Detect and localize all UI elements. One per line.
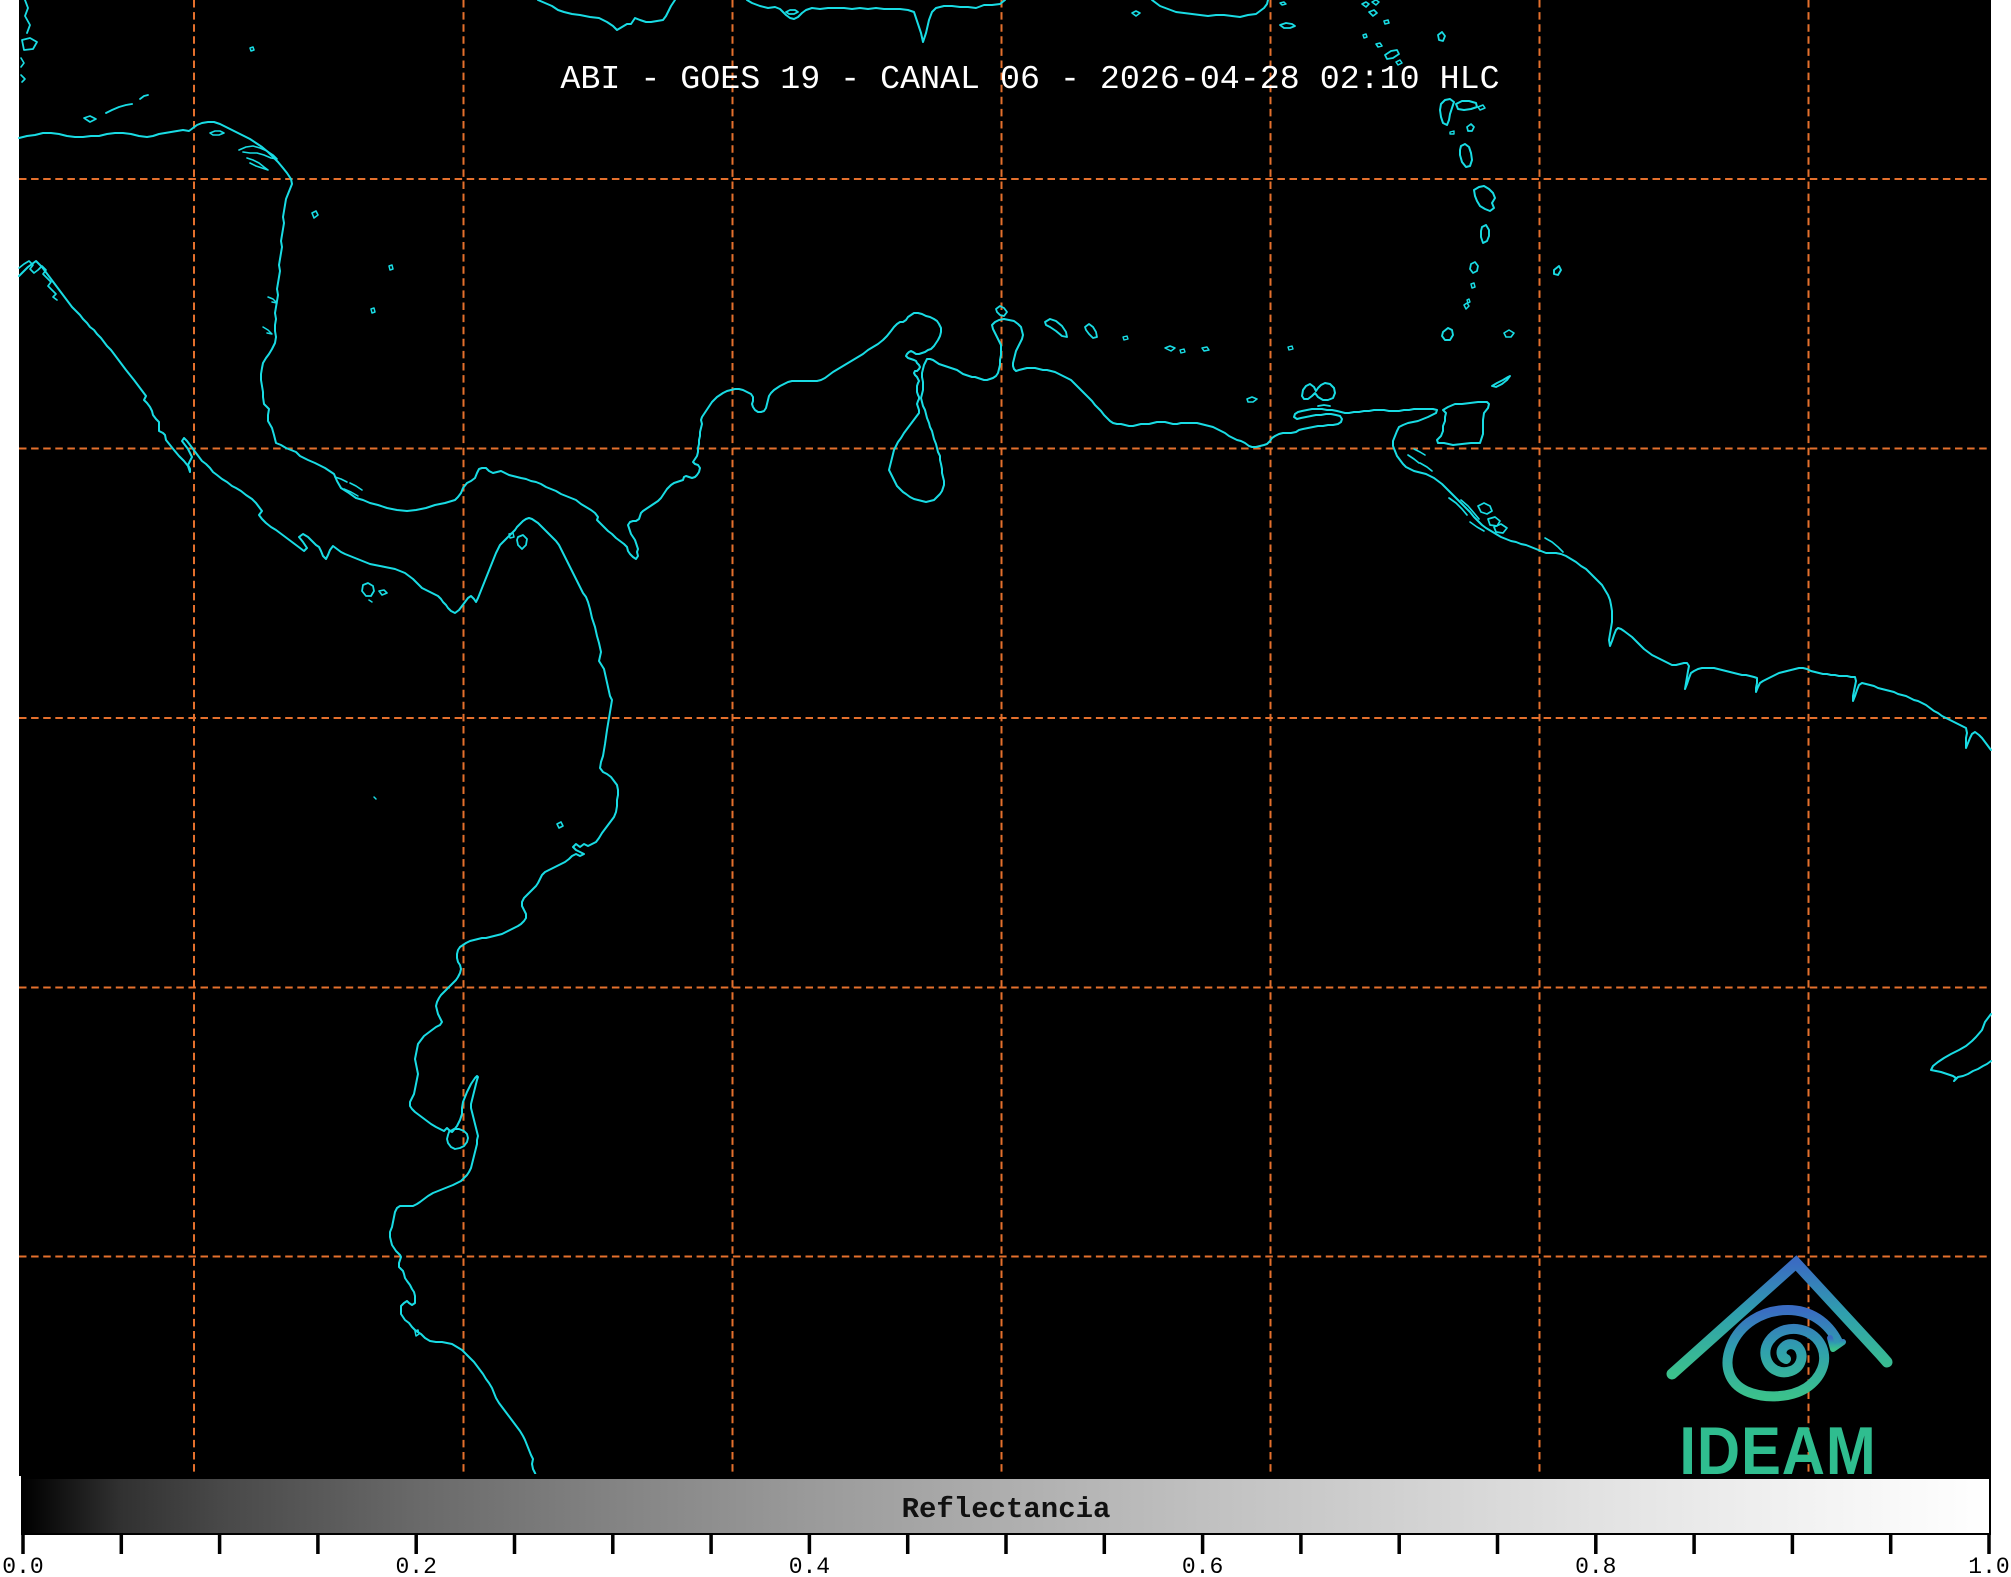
svg-text:ABI - GOES 19 - CANAL 06 - 202: ABI - GOES 19 - CANAL 06 - 2026-04-28 02… (560, 60, 1499, 98)
svg-text:1.0: 1.0 (1968, 1554, 2009, 1577)
svg-text:0.0: 0.0 (2, 1554, 43, 1577)
svg-text:0.2: 0.2 (395, 1554, 436, 1577)
svg-text:Reflectancia: Reflectancia (902, 1493, 1111, 1526)
svg-text:0.8: 0.8 (1575, 1554, 1616, 1577)
svg-text:0.6: 0.6 (1182, 1554, 1223, 1577)
svg-text:0.4: 0.4 (789, 1554, 830, 1577)
